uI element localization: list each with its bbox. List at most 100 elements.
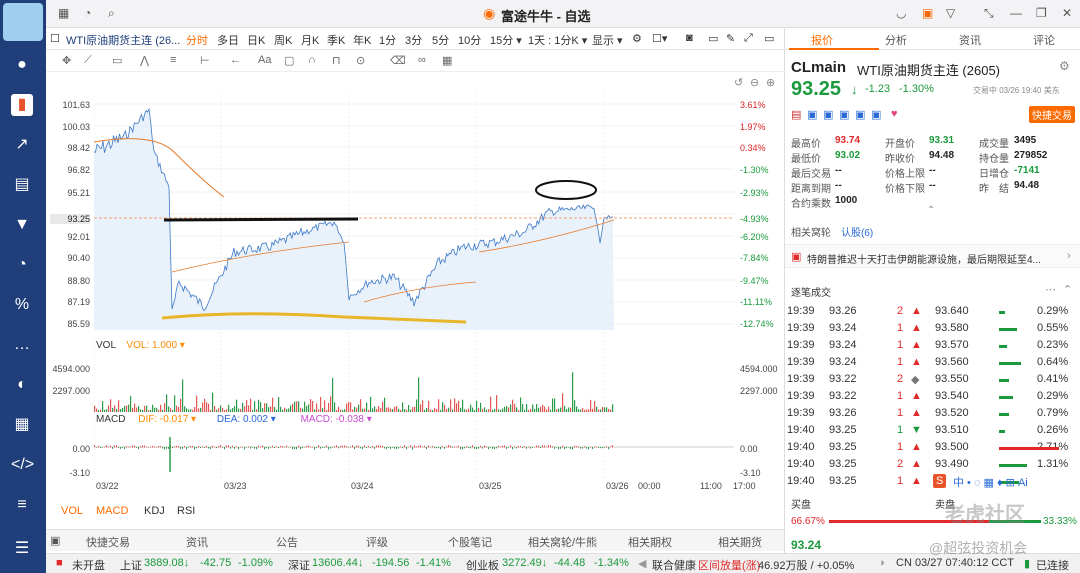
search-icon[interactable]: ⌕ [108,6,115,21]
pie-icon[interactable]: ◔ [11,254,33,276]
indicator-vol[interactable]: VOL [61,505,83,517]
tab-warrants[interactable]: 相关窝轮/牛熊 [528,534,597,550]
tab-yearly[interactable]: 年K [353,32,371,48]
heart-icon[interactable]: ♥ [891,108,898,120]
link-icon[interactable]: ∞ [418,54,426,66]
restore-icon[interactable]: ❐ [1036,6,1047,20]
tick-row[interactable]: 19:39 93.24 1 ▲ 93.570 0.23% [785,338,1075,355]
line-tool-icon[interactable]: ⟋ [84,54,92,67]
channel-tool-icon[interactable]: ≡ [170,54,176,66]
tab-1min[interactable]: 1分 [379,32,396,48]
zoom-in-icon[interactable]: ⊕ [766,76,775,89]
expand-icon[interactable]: ⌃ [927,205,935,216]
macd-value[interactable]: MACD: -0.038 ▾ [301,414,372,425]
related-options[interactable]: 认股(6) [841,224,873,239]
badge-icon[interactable]: ▣ [839,108,849,121]
delete-icon[interactable]: ⌫ [390,54,406,67]
arrow-tool-icon[interactable]: ← [230,54,241,66]
tab-monthly[interactable]: 月K [301,32,319,48]
color-icon[interactable]: ☐▾ [652,32,667,45]
shirt-icon[interactable]: ▽ [946,6,955,20]
tab-3min[interactable]: 3分 [405,32,422,48]
ime-toolbar-icon[interactable]: 中 • ◌ ▦ ♦ ⊞ Ai [953,474,1028,490]
lock-icon[interactable]: ⊓ [332,54,341,67]
display-menu[interactable]: 显示 ▾ [592,32,623,48]
tab-quick-trade[interactable]: 快捷交易 [86,534,130,550]
chat-icon[interactable]: … [11,334,33,356]
badge-icon[interactable]: ▣ [871,108,881,121]
tab-info[interactable]: 资讯 [959,32,981,48]
tab-comments[interactable]: 评论 [1033,32,1055,48]
window-icon[interactable]: ▭ [708,32,718,45]
tab-10min[interactable]: 10分 [458,32,481,48]
minimize-icon[interactable]: — [1010,6,1022,20]
move-tool-icon[interactable]: ✥ [62,54,71,67]
indicator-kdj[interactable]: KDJ [144,505,165,517]
grid-icon[interactable]: ▦ [58,6,69,20]
magnet-icon[interactable]: ∩ [308,54,316,66]
percent-icon[interactable]: % [11,294,33,316]
tab-news[interactable]: 资讯 [186,534,208,550]
wave-tool-icon[interactable]: ⋀ [140,54,149,67]
tick-row[interactable]: 19:40 93.25 2 ▲ 93.490 1.31% [785,457,1075,474]
tick-row[interactable]: 19:39 93.24 1 ▲ 93.580 0.55% [785,321,1075,338]
menu-icon[interactable]: ☰ [11,538,33,560]
tab-announcements[interactable]: 公告 [276,534,298,550]
app-logo[interactable] [3,3,43,41]
volume-value[interactable]: VOL: 1.000 ▾ [126,340,184,351]
dif-value[interactable]: DIF: -0.017 ▾ [138,414,196,425]
quick-trade-button[interactable]: 快捷交易 [1029,106,1075,123]
camera-icon[interactable]: ◙ [686,32,693,44]
dea-value[interactable]: DEA: 0.002 ▾ [217,414,276,425]
moon-icon[interactable]: ◐ [11,374,33,396]
tab-notes[interactable]: 个股笔记 [448,534,492,550]
tab-analysis[interactable]: 分析 [885,32,907,48]
pen-icon[interactable]: ✎ [726,32,735,45]
settings-icon[interactable]: ⚙ [1059,59,1070,73]
badge-icon[interactable]: ▣ [855,108,865,121]
tick-row[interactable]: 19:39 93.22 2 ◆ 93.550 0.41% [785,372,1075,389]
trend-icon[interactable]: ↗ [11,134,33,156]
tab-rating[interactable]: 评级 [366,534,388,550]
tab-5min[interactable]: 5分 [432,32,449,48]
tab-futures[interactable]: 相关期货 [718,534,762,550]
shrink-icon[interactable]: ⤡ [984,6,994,21]
layout-icon[interactable]: ▭ [764,32,774,45]
chevron-right-icon[interactable]: › [1067,250,1071,262]
note-tool-icon[interactable]: ▢ [284,54,294,67]
badge-icon[interactable]: ▣ [807,108,817,121]
collapse-icon[interactable]: ▣ [50,534,60,547]
tools-more-icon[interactable]: ▦ [442,54,452,67]
sh-label[interactable]: 上证 [120,557,142,573]
filter-icon[interactable]: ▼ [11,214,33,236]
market-chart-icon[interactable]: ▮ [11,94,33,116]
document-icon[interactable]: ≡ [11,494,33,516]
tick-row[interactable]: 19:39 93.22 1 ▲ 93.540 0.29% [785,389,1075,406]
news-banner[interactable]: ▣ 特朗普推迟十天打击伊朗能源设施，最后期限延至4... › [785,244,1080,268]
tab-daily[interactable]: 日K [247,32,265,48]
eye-icon[interactable]: ⊙ [356,54,365,67]
headset-icon[interactable]: ◡ [896,6,906,20]
measure-tool-icon[interactable]: ⊢ [200,54,210,67]
cy-label[interactable]: 创业板 [466,557,499,573]
tab-quarterly[interactable]: 季K [327,32,345,48]
undo-icon[interactable]: ↺ [734,76,743,89]
range-selector[interactable]: 1天 : 1分K ▾ [528,32,587,48]
bell-icon[interactable]: ◔ [84,6,91,20]
sz-label[interactable]: 深证 [288,557,310,573]
close-icon[interactable]: ✕ [1062,6,1072,20]
zoom-out-icon[interactable]: ⊖ [750,76,759,89]
text-tool-icon[interactable]: Aa [258,54,271,66]
tab-multiday[interactable]: 多日 [217,32,239,48]
toggle-icon[interactable]: ◑ [878,557,885,569]
tab-15min[interactable]: 15分 ▾ [490,32,522,48]
badge-icon[interactable]: ▣ [823,108,833,121]
symbol-tab[interactable]: WTI原油期货主连 (26... [66,32,180,48]
rect-tool-icon[interactable]: ▭ [112,54,122,67]
tick-row[interactable]: 19:40 93.25 1 ▲ [785,474,1075,491]
sogou-ime-icon[interactable]: S [933,474,947,488]
fullscreen-icon[interactable]: ⤢ [744,32,753,45]
settings-icon[interactable]: ⚙ [632,32,642,45]
tick-row[interactable]: 19:39 93.26 1 ▲ 93.520 0.79% [785,406,1075,423]
tick-row[interactable]: 19:39 93.24 1 ▲ 93.560 0.64% [785,355,1075,372]
